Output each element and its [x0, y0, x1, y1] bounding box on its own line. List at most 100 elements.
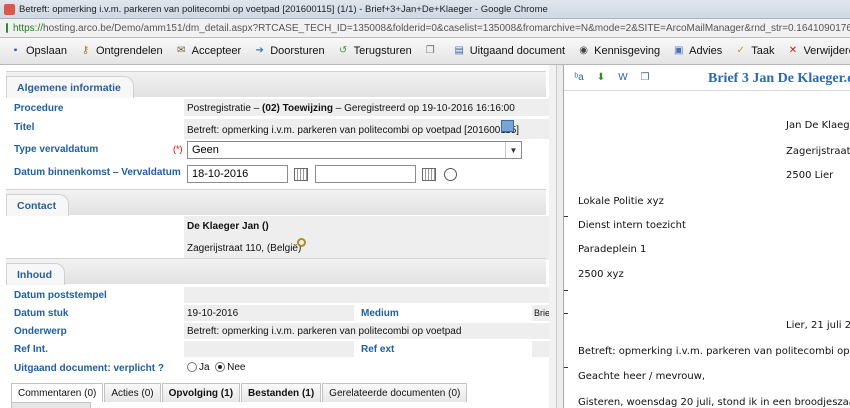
uitgaand-document-button[interactable]: ▤ Uitgaand document: [449, 41, 569, 62]
tab-panel-edge: [11, 402, 91, 408]
accepteer-button[interactable]: ✉ Accepteer: [171, 41, 246, 62]
procedure-step: (02) Toewijzing: [262, 103, 333, 114]
alarm-clock-icon[interactable]: [444, 168, 457, 181]
subject-value: Betreft: opmerking i.v.m. parkeren van p…: [187, 326, 462, 337]
due-type-selected: Geen: [192, 144, 219, 156]
delete-icon: ✕: [788, 45, 798, 56]
section-content-header: Inhoud: [6, 258, 546, 285]
detail-pane: Algemene informatie Procedure Postregist…: [0, 65, 556, 408]
download-icon[interactable]: ⬇: [594, 71, 608, 85]
doorsturen-button[interactable]: ➔ Doorsturen: [249, 41, 328, 62]
terugsturen-button[interactable]: ↺ Terugsturen: [333, 41, 416, 62]
page-margin-mark: [564, 290, 568, 291]
letter-sender-name: Jan De Klaeger: [786, 120, 850, 131]
outgoing-document-icon: ▤: [454, 45, 464, 56]
save-copy-icon[interactable]: ❐: [638, 71, 652, 85]
verwijderen-button[interactable]: ✕ Verwijderen: [782, 41, 850, 62]
accept-icon: ✉: [176, 45, 186, 56]
medium-label: Medium: [361, 308, 399, 319]
due-date-input[interactable]: [315, 165, 416, 183]
pane-splitter[interactable]: [556, 65, 563, 408]
calendar-due-icon[interactable]: [422, 168, 436, 181]
advies-button[interactable]: ▣ Advies: [668, 41, 726, 62]
ref-ext-label: Ref ext: [361, 344, 395, 355]
radio-yes[interactable]: [187, 362, 197, 373]
outgoing-required-label: Uitgaand document: verplicht ?: [14, 363, 165, 374]
toolbar-button-label: Verwijderen: [803, 45, 850, 57]
toolbar-button-label: Ontgrendelen: [95, 45, 163, 57]
save-icon: ▪: [13, 45, 18, 56]
letter-subject: Betreft: opmerking i.v.m. parkeren van p…: [578, 346, 850, 357]
magnifier-icon[interactable]: [297, 238, 306, 247]
page-margin-mark: [564, 216, 568, 217]
letter-sender-city: 2500 Lier: [786, 170, 834, 181]
word-icon[interactable]: W: [616, 71, 630, 85]
section-general-tab[interactable]: Algemene informatie: [6, 76, 134, 98]
due-type-select[interactable]: Geen ▼: [187, 141, 522, 159]
tab-opvolging[interactable]: Opvolging (1): [161, 383, 241, 402]
procedure-prefix: Postregistratie –: [187, 103, 263, 114]
section-contact-tab[interactable]: Contact: [6, 194, 70, 216]
opslaan-button[interactable]: ▪ Opslaan: [5, 41, 71, 62]
window-title: Betreft: opmerking i.v.m. parkeren van p…: [19, 3, 548, 15]
tab-commentaren[interactable]: Commentaren (0): [11, 383, 104, 402]
ontgrendelen-button[interactable]: ⚷ Ontgrendelen: [75, 41, 167, 62]
title-value: Betreft: opmerking i.v.m. parkeren van p…: [187, 125, 520, 136]
outgoing-required-options: Ja Nee: [187, 362, 245, 373]
due-type-label: Type vervaldatum: [14, 144, 99, 155]
toolbar-button-label: Uitgaand document: [469, 45, 566, 57]
preview-doc-title: Brief 3 Jan De Klaeger.do: [708, 71, 850, 86]
date-received-input[interactable]: 18-10-2016: [187, 165, 288, 183]
copy-icon: ❐: [425, 45, 435, 56]
edit-title-icon[interactable]: [501, 120, 514, 132]
task-icon: ✓: [736, 45, 745, 56]
kennisgeving-button[interactable]: ◉ Kennisgeving: [573, 41, 664, 62]
page-margin-mark: [564, 313, 568, 314]
section-content-tab[interactable]: Inhoud: [6, 263, 65, 285]
tab-gerelateerde-documenten[interactable]: Gerelateerde documenten (0): [322, 383, 468, 402]
letter-recipient-2: Dienst intern toezicht: [578, 220, 686, 231]
radio-yes-label: Ja: [199, 362, 210, 373]
address-bar[interactable]: https:// hosting.arco.be/Demo/amm151/dm_…: [0, 19, 850, 38]
doc-date-label: Datum stuk: [14, 308, 69, 319]
letter-recipient-3: Paradeplein 1: [578, 244, 647, 255]
lock-icon: [6, 23, 8, 33]
toolbar-button-label: Kennisgeving: [594, 45, 661, 57]
page-margin-mark: [564, 367, 568, 368]
letter-body: Gisteren, woensdag 20 juli, stond ik in …: [578, 397, 850, 408]
toolbar-button-label: Doorsturen: [270, 45, 325, 57]
radio-no[interactable]: [215, 362, 226, 373]
postmark-label: Datum poststempel: [14, 290, 107, 301]
doc-date-value: 19-10-2016: [187, 308, 239, 319]
eye-icon: ◉: [579, 45, 588, 56]
tab-bestanden[interactable]: Bestanden (1): [241, 383, 322, 402]
letter-date: Lier, 21 juli 201: [786, 320, 850, 331]
required-marker: (*): [173, 144, 183, 154]
section-contact-header: Contact: [6, 189, 546, 216]
toolbar-button-label: Advies: [689, 45, 723, 57]
ref-int-label: Ref Int.: [14, 344, 48, 355]
letter-recipient-1: Lokale Politie xyz: [578, 196, 664, 207]
toolbar-button-label: Accepteer: [191, 45, 242, 57]
contact-address: Zagerijstraat 110, (België): [187, 243, 302, 254]
toolbar-button-label: Taak: [751, 45, 775, 57]
ref-int-bg: [184, 341, 354, 357]
unlock-icon: ⚷: [81, 45, 90, 56]
taak-button[interactable]: ✓ Taak: [730, 41, 778, 62]
calendar-icon[interactable]: [294, 168, 308, 181]
contact-name: De Klaeger Jan (): [187, 221, 269, 232]
chevron-down-icon[interactable]: ▼: [505, 142, 521, 158]
copy-button[interactable]: ❐: [420, 41, 445, 62]
procedure-value: Postregistratie – (02) Toewijzing – Gere…: [187, 103, 515, 114]
forward-icon: ➔: [255, 45, 264, 56]
window-titlebar: Betreft: opmerking i.v.m. parkeren van p…: [0, 0, 850, 19]
procedure-registered: – Geregistreerd op 19-10-2016 16:16:00: [332, 103, 515, 114]
procedure-label: Procedure: [14, 103, 64, 114]
radio-no-label: Nee: [227, 362, 246, 373]
tab-acties[interactable]: Acties (0): [104, 383, 161, 402]
ref-ext-bg: [532, 341, 549, 357]
font-size-icon[interactable]: ᵇa: [572, 71, 586, 85]
left-scrollbar[interactable]: [549, 65, 556, 408]
main-toolbar: ▪ Opslaan ⚷ Ontgrendelen ✉ Accepteer ➔ Doorstur…: [0, 38, 850, 65]
url-text[interactable]: hosting.arco.be/Demo/amm151/dm_detail.as…: [43, 23, 850, 34]
